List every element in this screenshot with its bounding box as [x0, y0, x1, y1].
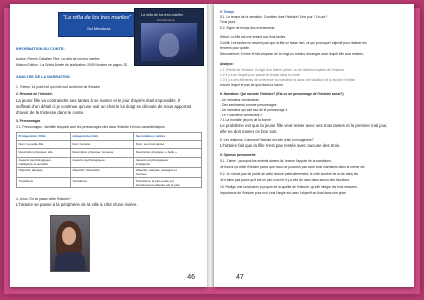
analysis-line: 1.3 Il y a des éléments de cohérence du …: [220, 78, 356, 82]
question-time: 5. Temps: [220, 10, 235, 14]
table-cell: Description physique: « belle »: [133, 148, 202, 158]
question-time-events: 5.2. Signe de temps des événements: [220, 26, 275, 30]
table-cell: Transitions: [16, 176, 71, 189]
student-photo: [50, 215, 90, 272]
table-cell: Objectifs: adoptés: [16, 166, 71, 178]
moral-answer: elle ne doit marier ce bon soir.: [220, 129, 278, 134]
table-header-row: Protagoniste / Rôle Antagoniste (rôle) S…: [16, 131, 202, 142]
place-answer: L'histoire se passe à la périphérie de l…: [16, 202, 138, 207]
table-cell: Aspects psychologiques: intelligente: [133, 156, 202, 168]
relations-answer: L'histoire fait que la fille n'est pas r…: [220, 143, 341, 148]
table-cell: Description physique: elle: [16, 148, 71, 158]
table-cell: Aspects psychologiques: intelligente et s…: [16, 156, 71, 168]
question-narrator: 6. Narrateur: Qui raconte l'histoire? (E…: [220, 92, 344, 96]
analysis-line: encore lequel et pas de quoi dans la noc…: [220, 83, 284, 87]
table-cell: Nom: la tante: [69, 140, 135, 150]
opinion-dislike-answer: Je n'aime pas parce qu'il est un peu cou…: [220, 178, 350, 182]
story-title: "La niña de los tres mariles": [63, 15, 132, 21]
cover-subtitle: Sol Mendoza: [157, 18, 175, 22]
book-gutter: [207, 4, 214, 287]
story-title-box: "La niña de los tres mariles" Sol Mendoz…: [58, 12, 136, 37]
question-place: 4. Lieux: Où se passe cette l'histoire?: [16, 197, 71, 201]
question-opinion: 9. Opinion personnelle: [220, 153, 256, 157]
conclusion-answer: Importance de l'histoire pour moi c'est …: [220, 191, 346, 195]
question-moral: 7.1 La moralité (leçon) de la bonne: [220, 118, 271, 122]
summary-line: La jeune fille va contraindre ses tantes…: [16, 98, 181, 103]
moral-answer: Le problème est que la jeune fille veut …: [220, 123, 388, 128]
table-cell: Transitions: la plus petite est dernièrem…: [133, 176, 202, 189]
plot-resolution: Dénouement: Il entre et fait chapeau de …: [220, 52, 364, 56]
analysis-heading: ANALYSE DE LA NARRATION: [16, 75, 70, 79]
opinion-like-question: 9.1. J'aime : pourquoi les enfants aimen…: [220, 159, 332, 163]
analysis-line: 1.1 Thème de l'histoire: il s'agit d'un …: [220, 68, 345, 72]
question-summary: 2. Résumé de l'histoire:: [16, 92, 53, 96]
opinion-like-answer: Je trouve ça drôle l'histoire parce que …: [220, 165, 366, 169]
table-row: Description physique: elle Description p…: [16, 148, 202, 158]
table-cell: Nom: Les trois tantes: [133, 140, 202, 150]
table-cell: Nom: La petite fille: [16, 140, 71, 150]
table-row: Transitions Transitions Transitions: la …: [16, 176, 202, 189]
narrator-answer: - Un narrateur omnisciente: [220, 98, 260, 102]
cover-illustration: [141, 23, 197, 61]
table-row: Objectifs: adoptés Objectifs: l'éducatio…: [16, 166, 202, 178]
analysis-heading-right: Analyse:: [220, 62, 234, 66]
right-page: 5. Temps 5.1. Le temps de la narration. …: [214, 4, 414, 287]
table-cell: Aspects psychologiques:: [69, 156, 135, 168]
question-characters: 3. Personnages: [16, 119, 41, 123]
question-time-duration: 5.1. Le temps de la narration. Combien d…: [220, 15, 327, 19]
table-cell: Objectifs: adoptés, assagies et heureux: [133, 166, 202, 178]
time-answer: Trois jours: [220, 20, 236, 24]
opinion-dislike-question: 9.2. Je n'aime pas de partie de cette le…: [220, 172, 359, 176]
narrator-answer: - Un narrateur qui sait tout de le perso…: [220, 108, 289, 112]
narrator-answer: - Des sentiments comme personnages: [220, 103, 277, 107]
info-line: Maison Édition : La Grieta Année de publ…: [16, 63, 128, 67]
question-characters-detail: 3.1. Personnages : identifie lesquels so…: [16, 125, 166, 129]
plot-conflict-cont: femmes pour quelle.: [220, 46, 250, 50]
page-number: 46: [187, 274, 195, 281]
book-cover-image: La niña de los tres mariles Sol Mendoza: [134, 8, 204, 66]
summary-line: d'avoir de la tristesse dans le conte.: [16, 110, 85, 115]
table-header-cell: Secondaires / autres: [133, 131, 202, 142]
info-heading: INFORMATION DU CONTE:: [16, 47, 65, 51]
question-conclusion: 10. Rédige une conclusion à propos de la…: [220, 185, 357, 189]
table-row: Nom: La petite fille Nom: la tante Nom: …: [16, 140, 202, 150]
table-row: Aspects psychologiques: intelligente et s…: [16, 156, 202, 168]
table-cell: Description physique: fumeuse: [69, 148, 135, 158]
analysis-line: 1.2 Il y a de l'esprit pour passer le te…: [220, 73, 301, 77]
summary-line: suffisait d'un détail ci je continue qu'…: [16, 104, 191, 109]
question-theme: 1. Thème: Le point fort qui relie tout a…: [16, 85, 101, 89]
table-header-cell: Antagoniste (rôle): [69, 131, 135, 142]
question-relations: 8. Les relations: Comment l'histoire est…: [220, 138, 314, 142]
characters-table: Protagoniste / Rôle Antagoniste (rôle) S…: [16, 131, 202, 189]
table-header-cell: Protagoniste / Rôle: [16, 131, 71, 142]
cover-title: La niña de los tres mariles: [141, 13, 183, 17]
left-page: "La niña de los tres mariles" Sol Mendoz…: [10, 4, 207, 287]
info-line: Auteur: Fermin Cabañes Titre: La niña de…: [16, 57, 100, 61]
table-cell: Objectifs: l'éducation: [69, 166, 135, 178]
table-cell: Transitions: [69, 176, 135, 189]
story-author: Sol Mendoza: [87, 26, 111, 31]
narrator-answer: - Le « narrateur omniscient »: [220, 113, 263, 117]
plot-beginning: Début: La fille est une enfant aux trois…: [220, 35, 286, 39]
page-number: 47: [236, 274, 244, 281]
plot-conflict: Conflit: Les tantes ne veulent pas que l…: [220, 41, 367, 45]
